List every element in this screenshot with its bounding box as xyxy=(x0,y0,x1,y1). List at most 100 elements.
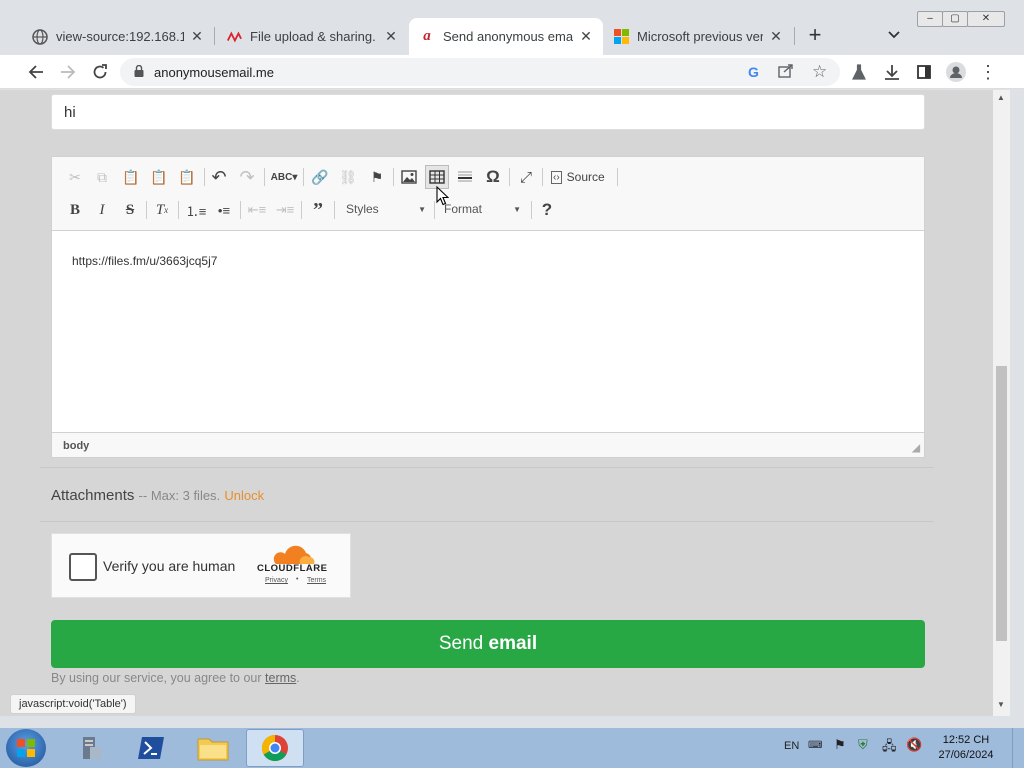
close-tab-icon[interactable]: ✕ xyxy=(190,28,204,45)
paste-text-icon[interactable]: 📋 xyxy=(147,165,171,189)
link-icon[interactable]: 🔗 xyxy=(308,165,332,189)
vertical-scrollbar[interactable]: ▲ ▼ xyxy=(993,90,1010,716)
volume-muted-icon[interactable]: 🔇 xyxy=(906,737,922,753)
terms-notice: By using our service, you agree to our t… xyxy=(51,671,300,685)
scroll-up-icon[interactable]: ▲ xyxy=(997,93,1005,102)
taskbar-chrome[interactable] xyxy=(246,729,304,767)
bold-button[interactable]: B xyxy=(63,198,87,222)
unlink-icon[interactable]: ⛓ xyxy=(336,165,360,189)
special-char-icon[interactable]: Ω xyxy=(481,165,505,189)
send-email-button[interactable]: Send email xyxy=(51,620,925,668)
reload-button[interactable] xyxy=(88,60,112,84)
styles-label: Styles xyxy=(346,202,379,216)
captcha-checkbox[interactable] xyxy=(69,553,97,581)
paste-icon[interactable]: 📋 xyxy=(119,165,143,189)
editor-content-area[interactable]: https://files.fm/u/3663jcq5j7 xyxy=(52,232,924,432)
captcha-terms-link[interactable]: Terms xyxy=(307,577,326,584)
keyboard-icon[interactable]: ⌨ xyxy=(808,740,822,751)
security-shield-icon[interactable]: ⛨ xyxy=(858,737,868,753)
network-icon[interactable]: 🖧 xyxy=(882,737,897,759)
bookmark-star-icon[interactable]: ☆ xyxy=(812,62,827,82)
forward-button[interactable] xyxy=(56,60,80,84)
italic-button[interactable]: I xyxy=(90,198,114,222)
format-dropdown[interactable]: Format ▼ xyxy=(440,198,525,220)
browser-toolbar: anonymousemail.me G ☆ ⋮ xyxy=(0,55,1024,89)
close-tab-icon[interactable]: ✕ xyxy=(769,28,783,45)
tab-send-anonymous-email[interactable]: a Send anonymous email ✕ xyxy=(409,18,603,55)
downloads-button[interactable] xyxy=(880,60,904,84)
close-tab-icon[interactable]: ✕ xyxy=(384,28,398,45)
start-button[interactable] xyxy=(6,729,46,767)
tab-microsoft-previous-versions[interactable]: Microsoft previous versi ✕ xyxy=(603,18,793,55)
menu-button[interactable]: ⋮ xyxy=(976,60,1000,84)
scrollbar-thumb[interactable] xyxy=(996,366,1007,641)
reload-icon xyxy=(93,64,107,79)
back-button[interactable] xyxy=(24,60,48,84)
taskbar-file-explorer[interactable] xyxy=(184,729,242,767)
attachments-max: -- Max: 3 files. xyxy=(138,488,221,503)
scroll-down-icon[interactable]: ▼ xyxy=(997,700,1005,709)
folder-icon xyxy=(197,738,229,761)
mouse-cursor-icon xyxy=(436,185,450,211)
side-panel-icon xyxy=(917,65,931,79)
image-icon[interactable] xyxy=(397,165,421,189)
maximize-button[interactable]: ▢ xyxy=(942,11,968,27)
show-desktop-button[interactable] xyxy=(1012,728,1024,768)
horizontal-line-icon[interactable] xyxy=(453,165,477,189)
address-bar[interactable]: anonymousemail.me G ☆ xyxy=(120,58,840,86)
strike-button[interactable]: S xyxy=(118,198,142,222)
taskbar-powershell[interactable] xyxy=(122,729,180,767)
spellcheck-icon[interactable]: ABC▾ xyxy=(269,165,299,189)
path-body-label[interactable]: body xyxy=(63,440,89,452)
language-indicator[interactable]: EN xyxy=(784,740,799,752)
flask-icon xyxy=(852,64,866,80)
captcha-privacy-link[interactable]: Privacy xyxy=(265,577,288,584)
tab-search-button[interactable] xyxy=(882,23,906,47)
remove-format-button[interactable]: Tx xyxy=(150,198,174,222)
redo-icon[interactable]: ↷ xyxy=(235,165,259,189)
blockquote-icon[interactable]: ” xyxy=(306,198,330,222)
side-panel-button[interactable] xyxy=(912,60,936,84)
bulleted-list-icon[interactable]: •≡ xyxy=(212,198,236,222)
anchor-icon[interactable]: ⚑ xyxy=(365,165,389,189)
clock-date: 27/06/2024 xyxy=(938,749,994,761)
terms-link[interactable]: terms xyxy=(265,671,296,685)
action-center-flag-icon[interactable]: ⚑ xyxy=(834,737,846,753)
google-translate-icon[interactable]: G xyxy=(748,64,759,80)
page-content: hi ✂ ⧉ 📋 📋 📋 ↶ ↷ ABC▾ 🔗 ⛓ ⚑ Ω ⤢ ‹› Sourc… xyxy=(0,90,993,716)
maximize-icon[interactable]: ⤢ xyxy=(514,165,538,189)
tab-title: Send anonymous email xyxy=(443,29,573,44)
system-clock[interactable]: 12:52 CH 27/06/2024 xyxy=(930,733,1002,763)
minimize-button[interactable]: – xyxy=(917,11,943,27)
undo-icon[interactable]: ↶ xyxy=(207,165,231,189)
labs-button[interactable] xyxy=(847,60,871,84)
unlock-link[interactable]: Unlock xyxy=(224,488,264,503)
captcha-label: Verify you are human xyxy=(103,558,236,574)
url-text: anonymousemail.me xyxy=(154,64,274,80)
forward-arrow-icon xyxy=(61,65,76,79)
tab-file-upload[interactable]: File upload & sharing. Se ✕ xyxy=(216,18,408,55)
subject-input[interactable]: hi xyxy=(51,94,925,130)
paste-word-icon[interactable]: 📋 xyxy=(175,165,199,189)
numbered-list-icon[interactable]: ⒈≡ xyxy=(184,198,208,222)
tab-strip: view-source:192.168.1.1 ✕ File upload & … xyxy=(0,0,1024,55)
close-tab-icon[interactable]: ✕ xyxy=(579,28,593,45)
new-tab-button[interactable]: + xyxy=(803,22,827,47)
help-button[interactable]: ? xyxy=(535,198,559,222)
close-window-button[interactable]: ✕ xyxy=(967,11,1005,27)
indent-icon[interactable]: ⇥≡ xyxy=(273,198,297,222)
chevron-down-icon xyxy=(888,31,900,39)
terms-text: By using our service, you agree to our xyxy=(51,671,262,685)
resize-handle-icon[interactable]: ◢ xyxy=(912,443,920,454)
styles-dropdown[interactable]: Styles ▼ xyxy=(342,198,430,220)
clock-time: 12:52 CH xyxy=(942,734,990,746)
source-button[interactable]: ‹› Source xyxy=(547,165,615,189)
copy-icon[interactable]: ⧉ xyxy=(90,165,114,189)
taskbar-server-manager[interactable] xyxy=(62,729,120,767)
tab-view-source[interactable]: view-source:192.168.1.1 ✕ xyxy=(22,18,214,55)
share-icon[interactable] xyxy=(778,63,794,82)
profile-button[interactable] xyxy=(944,60,968,84)
outdent-icon[interactable]: ⇤≡ xyxy=(245,198,269,222)
cut-icon[interactable]: ✂ xyxy=(63,165,87,189)
powershell-icon xyxy=(138,737,164,759)
